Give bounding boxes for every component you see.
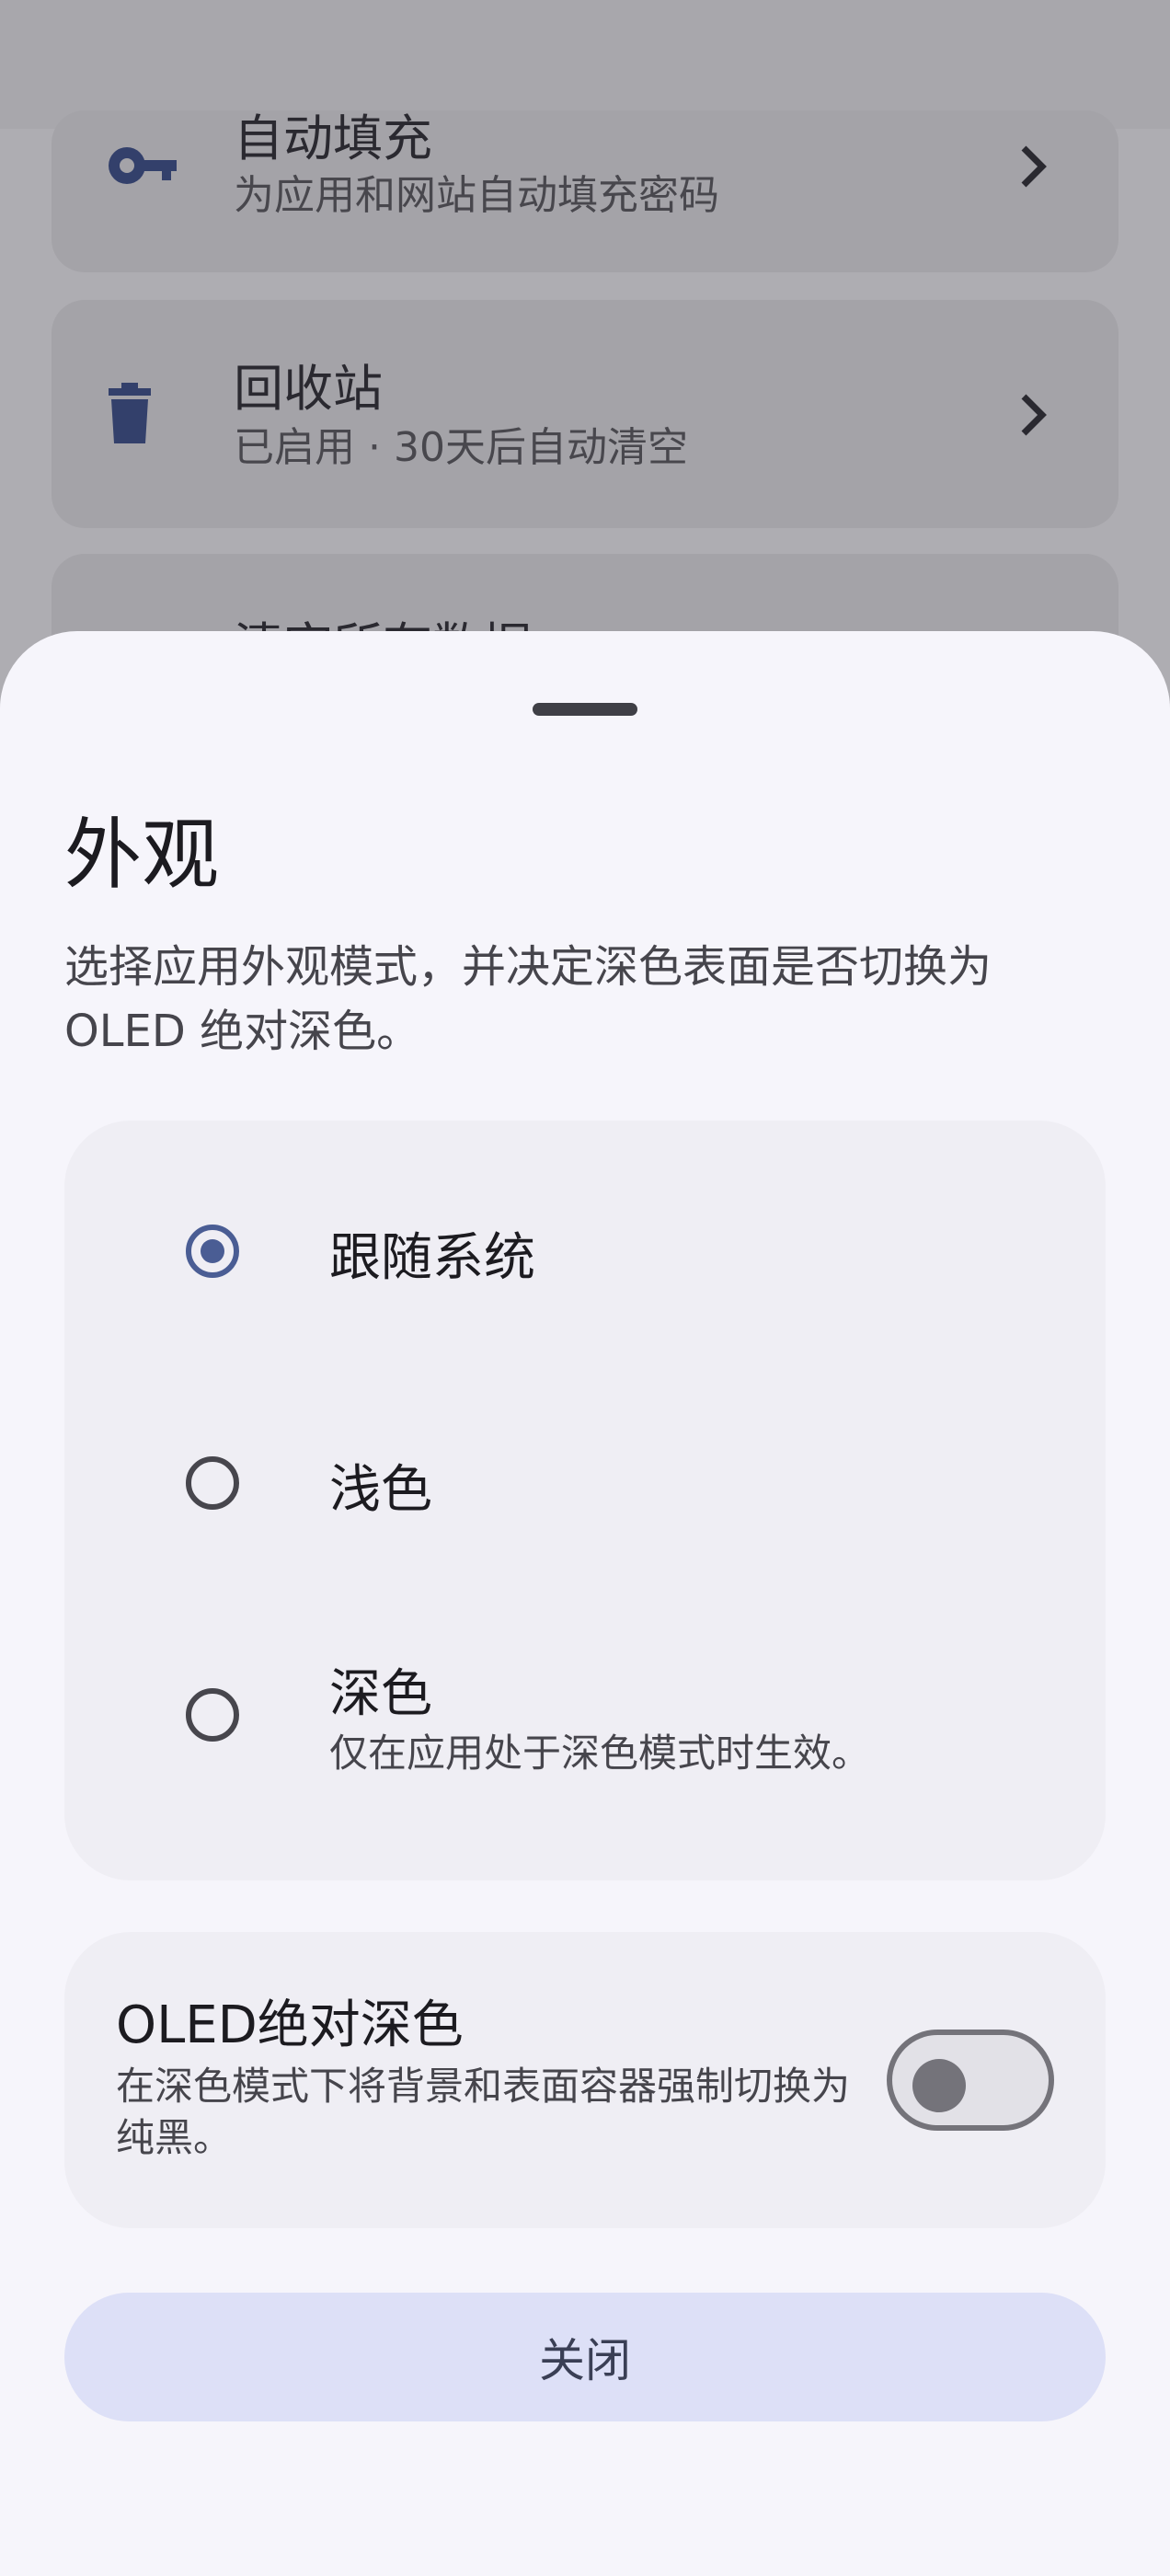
- option-follow-system[interactable]: 跟随系统: [64, 1159, 1106, 1343]
- option-dark[interactable]: 深色 仅在应用处于深色模式时生效。: [64, 1623, 1106, 1807]
- background-item-title: 自动填充: [234, 109, 432, 167]
- oled-description: 在深色模式下将背景和表面容器强制切换为纯黑。: [116, 2064, 851, 2160]
- theme-options-card: 跟随系统 浅色 深色 仅在应用处于深色模式时生效。: [64, 1121, 1106, 1880]
- chevron-right-icon: [1021, 145, 1047, 188]
- background-item-autofill: 自动填充 为应用和网站自动填充密码: [52, 109, 1118, 272]
- background-item-trash: 回收站 已启用 · 30天后自动清空: [52, 300, 1118, 528]
- radio-selected-icon[interactable]: [186, 1225, 239, 1278]
- chevron-right-icon: [1021, 394, 1047, 436]
- background-item-subtitle: 已启用 · 30天后自动清空: [234, 424, 688, 471]
- option-label: 跟随系统: [329, 1228, 535, 1288]
- sheet-description: 选择应用外观模式，并决定深色表面是否切换为OLED 绝对深色。: [64, 941, 992, 1057]
- option-light[interactable]: 浅色: [64, 1391, 1106, 1575]
- oled-toggle[interactable]: [887, 2030, 1054, 2131]
- toggle-knob: [912, 2059, 966, 2112]
- option-label: 浅色: [329, 1460, 432, 1520]
- option-subtitle: 仅在应用处于深色模式时生效。: [329, 1731, 871, 1776]
- radio-unselected-icon[interactable]: [186, 1456, 239, 1510]
- drag-handle[interactable]: [533, 703, 637, 716]
- close-button[interactable]: 关闭: [64, 2293, 1106, 2421]
- radio-unselected-icon[interactable]: [186, 1688, 239, 1742]
- key-icon: [109, 147, 177, 184]
- oled-title: OLED绝对深色: [116, 1995, 464, 2055]
- sheet-title: 外观: [64, 810, 220, 900]
- background-item-title: 回收站: [234, 360, 383, 418]
- background-top-bar: [0, 0, 1170, 129]
- background-item-subtitle: 为应用和网站自动填充密码: [234, 172, 719, 219]
- option-label: 深色: [329, 1664, 432, 1724]
- trash-icon: [109, 383, 151, 443]
- oled-setting-card: OLED绝对深色 在深色模式下将背景和表面容器强制切换为纯黑。: [64, 1932, 1106, 2228]
- appearance-bottom-sheet: 外观 选择应用外观模式，并决定深色表面是否切换为OLED 绝对深色。 跟随系统 …: [0, 631, 1170, 2576]
